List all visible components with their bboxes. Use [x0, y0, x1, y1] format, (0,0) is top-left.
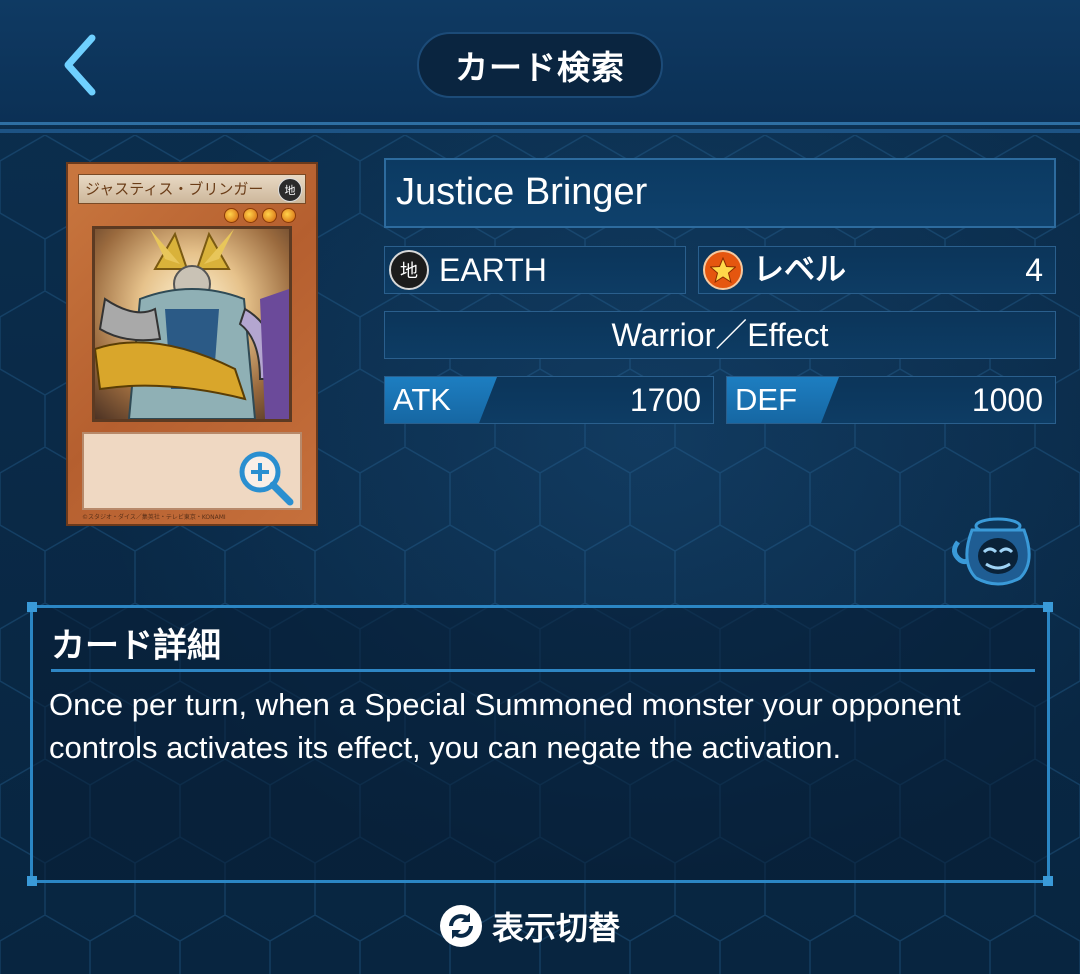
card-image-attribute-icon: 地: [278, 178, 302, 202]
earth-attribute-icon: 地: [389, 250, 429, 290]
card-image[interactable]: ジャスティス・ブリンガー 地 ©スタジオ・ダイス／集英社・テレビ東京・KONAM…: [66, 162, 318, 526]
level-star-icon: [224, 208, 239, 223]
card-image-level-stars: [224, 208, 304, 224]
header-divider: [0, 122, 1080, 125]
display-toggle-label: 表示切替: [492, 909, 621, 947]
card-image-name-bar: ジャスティス・ブリンガー 地: [78, 174, 306, 204]
level-panel: レベル 4: [698, 246, 1056, 294]
level-star-icon: [281, 208, 296, 223]
card-effect-text: Once per turn, when a Special Summoned m…: [49, 687, 961, 765]
level-star-icon: [243, 208, 258, 223]
atk-panel: ATK 1700: [384, 376, 714, 424]
card-text-box: [82, 432, 302, 510]
card-detail-divider: [51, 669, 1035, 672]
chevron-left-icon: [64, 34, 96, 96]
panel-corner: [1043, 876, 1053, 886]
header-divider-secondary: [0, 129, 1080, 133]
panel-corner: [1043, 602, 1053, 612]
level-star-icon: [703, 250, 743, 290]
atk-label: ATK: [385, 377, 497, 423]
def-label: DEF: [727, 377, 839, 423]
top-bar: カード検索: [0, 0, 1080, 122]
attribute-panel: 地 EARTH: [384, 246, 686, 294]
card-copyright: ©スタジオ・ダイス／集英社・テレビ東京・KONAMI: [82, 514, 226, 521]
zoom-in-icon[interactable]: [236, 448, 294, 506]
refresh-icon: [440, 905, 482, 947]
level-star-icon: [262, 208, 277, 223]
monster-type: Warrior／Effect: [384, 311, 1056, 359]
level-value: 4: [1025, 252, 1043, 288]
def-panel: DEF 1000: [726, 376, 1056, 424]
display-toggle-button[interactable]: 表示切替: [440, 900, 650, 952]
pot-of-greed-icon[interactable]: [950, 512, 1040, 588]
atk-value: 1700: [629, 382, 701, 418]
card-artwork: [92, 226, 292, 422]
back-button[interactable]: [50, 30, 110, 100]
panel-corner: [27, 876, 37, 886]
def-value: 1000: [971, 382, 1043, 418]
level-label: レベル: [753, 252, 846, 288]
card-detail-title: カード詳細: [51, 626, 221, 666]
attribute-value: EARTH: [439, 252, 547, 288]
card-name: Justice Bringer: [384, 158, 1056, 228]
page-title: カード検索: [417, 32, 663, 98]
card-detail-panel: カード詳細 Once per turn, when a Special Summ…: [27, 602, 1053, 886]
panel-corner: [27, 602, 37, 612]
card-image-name: ジャスティス・ブリンガー: [85, 180, 264, 198]
